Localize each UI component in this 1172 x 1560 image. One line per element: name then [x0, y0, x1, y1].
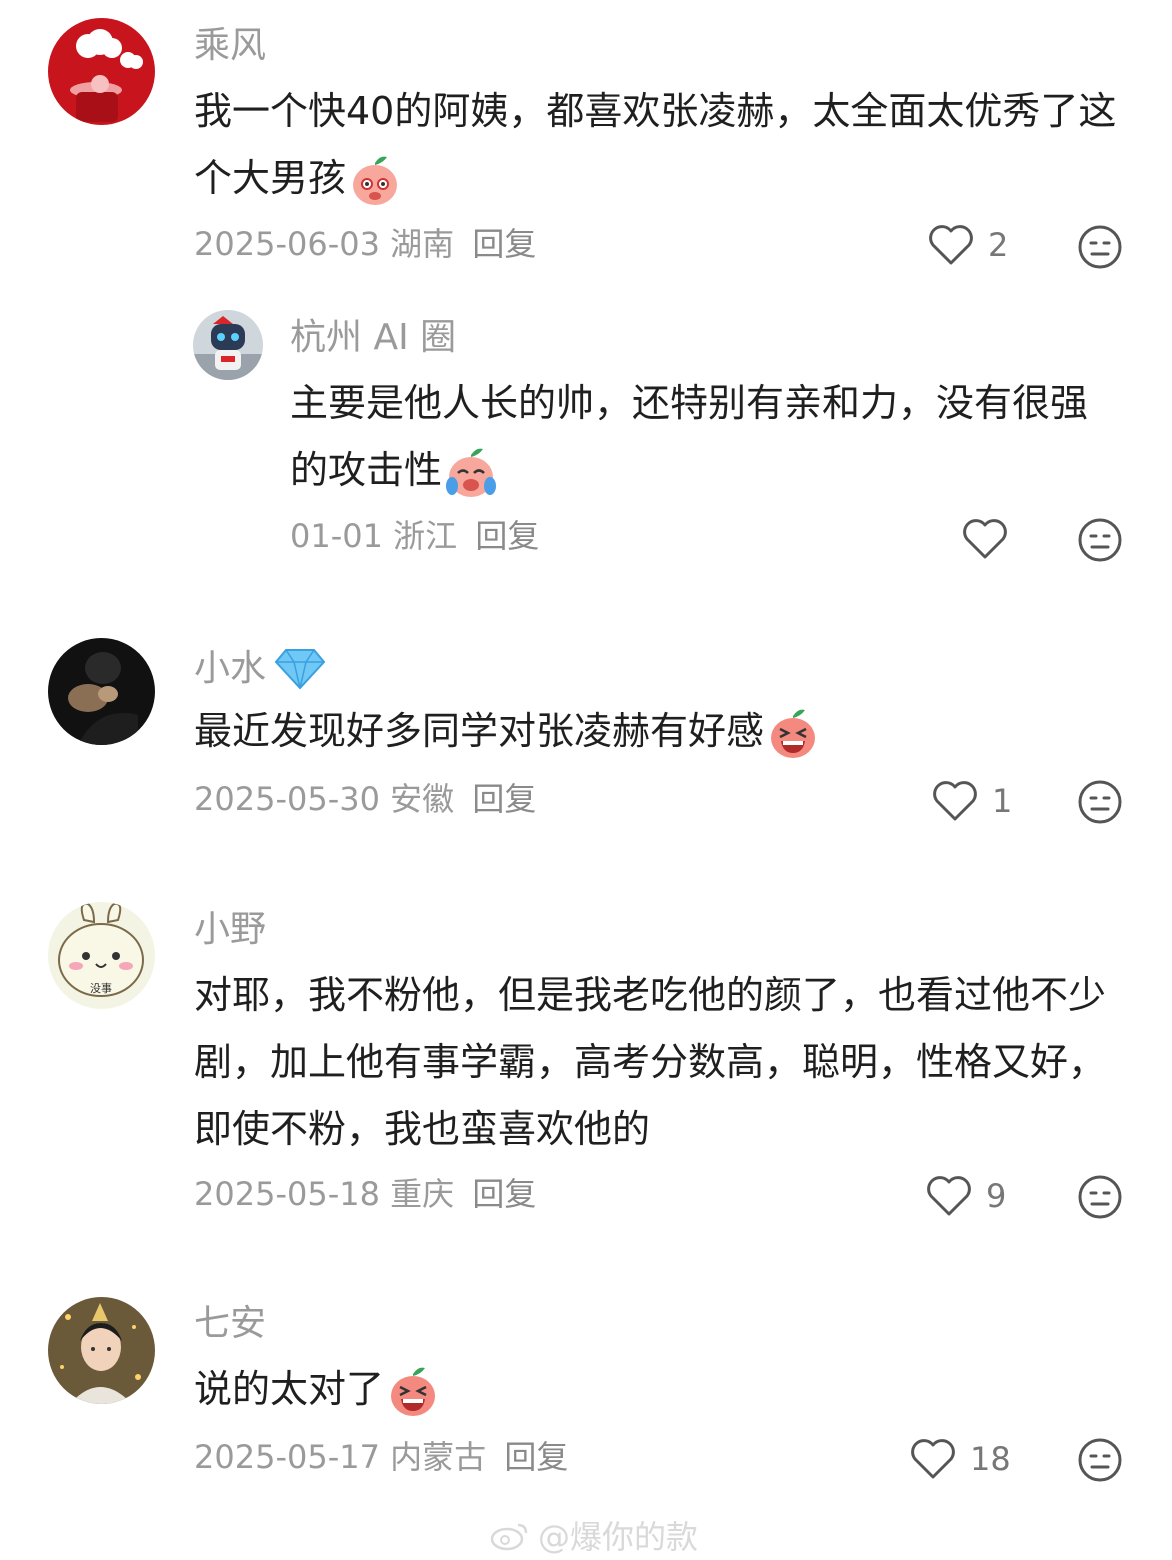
avatar[interactable]: [48, 1297, 155, 1404]
reply-button[interactable]: 回复: [472, 1175, 536, 1213]
username[interactable]: 七安: [194, 1306, 266, 1342]
diamond-icon: [274, 649, 326, 690]
comment-meta: 2025-05-18 重庆 回复: [194, 1178, 536, 1210]
heart-icon: [933, 781, 977, 821]
comment-location: 安徽: [390, 780, 455, 818]
comment-date: 2025-05-17: [194, 1438, 380, 1476]
comment-text: 对耶，我不粉他，但是我老吃他的颜了，也看过他不少剧，加上他有事学霸，高考分数高，…: [194, 962, 1114, 1163]
comment-date: 01-01: [290, 517, 383, 555]
username[interactable]: 乘风: [194, 28, 266, 64]
reply-button[interactable]: 回复: [472, 780, 536, 818]
comment-location: 重庆: [390, 1175, 455, 1213]
like-count: 2: [988, 226, 1009, 264]
avatar[interactable]: 没事: [48, 902, 155, 1009]
like-button[interactable]: 18: [910, 1438, 1011, 1480]
comment-meta: 01-01 浙江 回复: [290, 520, 539, 552]
comment-meta: 2025-05-17 内蒙古 回复: [194, 1441, 568, 1473]
dislike-face-icon[interactable]: [1077, 1437, 1123, 1483]
avatar-caption: 没事: [90, 982, 112, 995]
comment-location: 湖南: [390, 225, 455, 263]
comment-text-content: 我一个快40的阿姨，都喜欢张凌赫，太全面太优秀了这个大男孩: [194, 89, 1117, 200]
laugh-cry-peach-emoji: [446, 448, 497, 497]
heart-icon: [927, 1176, 971, 1216]
comment-text-content: 说的太对了: [194, 1367, 385, 1411]
avatar[interactable]: [193, 310, 263, 380]
weibo-logo-icon: [490, 1523, 528, 1551]
comment-text-content: 对耶，我不粉他，但是我老吃他的颜了，也看过他不少剧，加上他有事学霸，高考分数高，…: [194, 973, 1107, 1151]
comment-text: 我一个快40的阿姨，都喜欢张凌赫，太全面太优秀了这个大男孩: [194, 78, 1124, 212]
reply-button[interactable]: 回复: [475, 517, 539, 555]
dislike-face-icon[interactable]: [1077, 517, 1123, 563]
blushing-peach-emoji: [353, 156, 398, 205]
comment-meta: 2025-05-30 安徽 回复: [194, 783, 536, 815]
watermark-text: @爆你的款: [538, 1518, 699, 1556]
like-count: 18: [970, 1440, 1011, 1478]
heart-icon: [929, 225, 973, 265]
laughing-peach-emoji: [771, 709, 816, 758]
heart-icon: [911, 1439, 955, 1479]
comment-text: 主要是他人长的帅，还特别有亲和力，没有很强的攻击性: [290, 370, 1120, 504]
like-button[interactable]: 2: [928, 224, 1008, 266]
like-button[interactable]: 9: [926, 1175, 1006, 1217]
username[interactable]: 杭州 AI 圈: [290, 320, 456, 356]
reply-button[interactable]: 回复: [472, 225, 536, 263]
comment-text: 说的太对了: [194, 1356, 1124, 1423]
username[interactable]: 小野: [194, 912, 266, 948]
comment-date: 2025-06-03: [194, 225, 380, 263]
avatar[interactable]: [48, 638, 155, 745]
comment-location: 内蒙古: [390, 1438, 487, 1476]
comment-text-content: 主要是他人长的帅，还特别有亲和力，没有很强的攻击性: [290, 381, 1089, 492]
avatar[interactable]: [48, 18, 155, 125]
like-count: 1: [992, 782, 1013, 820]
like-count: 9: [986, 1177, 1007, 1215]
comment-date: 2025-05-30: [194, 780, 380, 818]
laughing-peach-emoji: [391, 1367, 436, 1416]
comment-location: 浙江: [393, 517, 458, 555]
like-button[interactable]: [962, 518, 1022, 560]
reply-button[interactable]: 回复: [504, 1438, 568, 1476]
dislike-face-icon[interactable]: [1077, 224, 1123, 270]
comment-text: 最近发现好多同学对张凌赫有好感: [194, 698, 1124, 765]
heart-icon: [963, 519, 1007, 559]
comment-date: 2025-05-18: [194, 1175, 380, 1213]
username-text: 小水: [194, 648, 267, 689]
like-button[interactable]: 1: [932, 780, 1012, 822]
username[interactable]: 小水: [194, 648, 326, 690]
comment-text-content: 最近发现好多同学对张凌赫有好感: [194, 709, 765, 753]
watermark: @爆你的款: [490, 1512, 698, 1558]
comment-meta: 2025-06-03 湖南 回复: [194, 228, 536, 260]
dislike-face-icon[interactable]: [1077, 779, 1123, 825]
dislike-face-icon[interactable]: [1077, 1174, 1123, 1220]
